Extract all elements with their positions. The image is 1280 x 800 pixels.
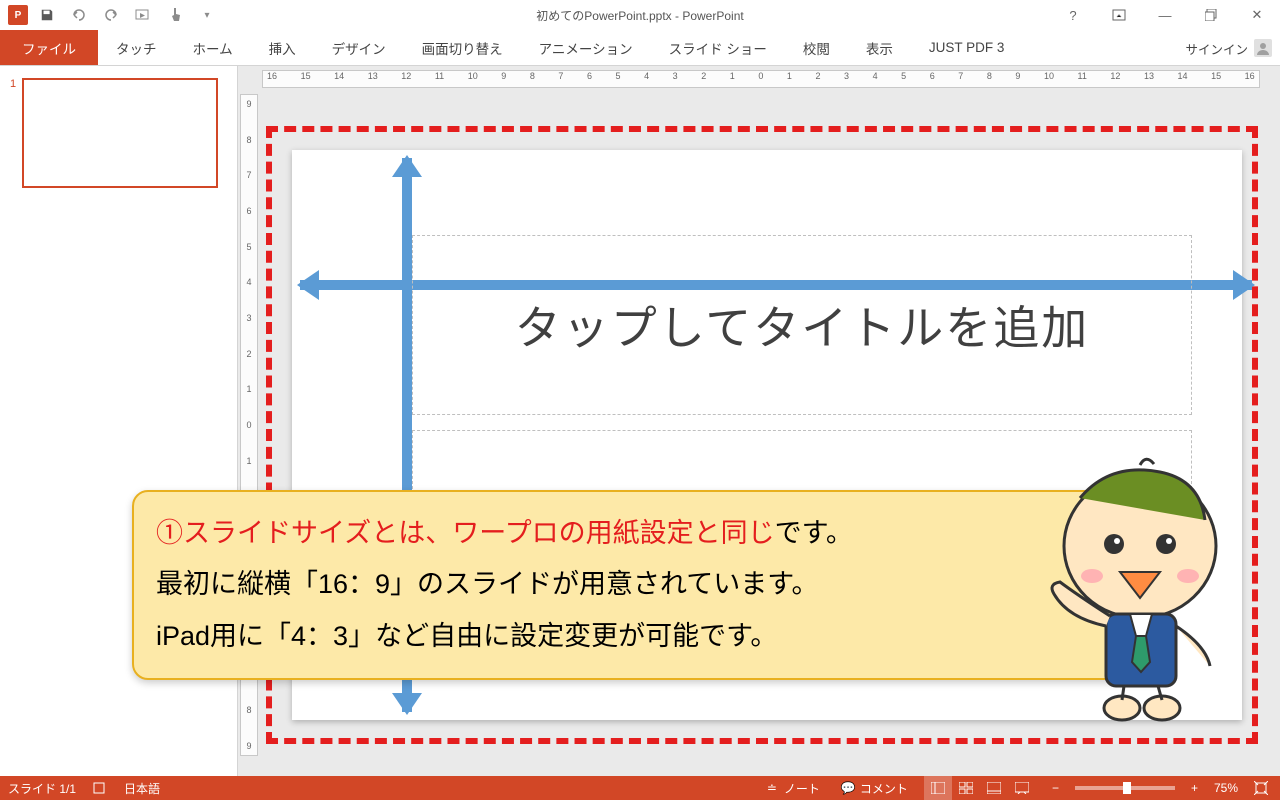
tab-2[interactable]: 挿入 bbox=[251, 30, 314, 65]
tab-6[interactable]: スライド ショー bbox=[651, 30, 785, 65]
notes-label: ノート bbox=[784, 780, 820, 797]
sign-in-button[interactable]: サインイン bbox=[1185, 30, 1272, 66]
tab-file[interactable]: ファイル bbox=[0, 30, 98, 65]
undo-button[interactable] bbox=[66, 2, 92, 28]
title-bar: P ▾ 初めてのPowerPoint.pptx - PowerPoint ? —… bbox=[0, 0, 1280, 30]
tab-4[interactable]: 画面切り替え bbox=[404, 30, 521, 65]
qat-customize-button[interactable]: ▾ bbox=[194, 2, 220, 28]
tab-9[interactable]: JUST PDF 3 bbox=[911, 30, 1023, 65]
zoom-slider[interactable] bbox=[1075, 786, 1175, 790]
normal-view-button[interactable] bbox=[924, 776, 952, 800]
tab-0[interactable]: タッチ bbox=[98, 30, 175, 65]
tab-7[interactable]: 校閲 bbox=[785, 30, 848, 65]
tab-8[interactable]: 表示 bbox=[848, 30, 911, 65]
mascot-character bbox=[1020, 450, 1250, 730]
help-button[interactable]: ? bbox=[1050, 0, 1096, 30]
view-buttons bbox=[924, 776, 1036, 800]
tab-1[interactable]: ホーム bbox=[175, 30, 251, 65]
slide-thumb-number: 1 bbox=[10, 78, 16, 188]
horizontal-ruler[interactable]: 1615141312111098765432101234567891011121… bbox=[262, 70, 1260, 88]
tab-5[interactable]: アニメーション bbox=[521, 30, 651, 65]
zoom-level-label[interactable]: 75% bbox=[1214, 781, 1238, 795]
quick-access-toolbar: P ▾ bbox=[0, 2, 220, 28]
tab-3[interactable]: デザイン bbox=[314, 30, 404, 65]
redo-button[interactable] bbox=[98, 2, 124, 28]
reading-view-button[interactable] bbox=[980, 776, 1008, 800]
notes-icon: ≐ bbox=[764, 780, 780, 796]
language-label[interactable]: 日本語 bbox=[124, 780, 160, 797]
slideshow-view-button[interactable] bbox=[1008, 776, 1036, 800]
save-button[interactable] bbox=[34, 2, 60, 28]
user-avatar-icon bbox=[1254, 39, 1272, 57]
touch-mode-button[interactable] bbox=[162, 2, 188, 28]
annotation-callout: ①スライドサイズとは、ワープロの用紙設定と同じです。 最初に縦横「16：9」のス… bbox=[132, 490, 1170, 680]
close-button[interactable]: ✕ bbox=[1234, 0, 1280, 30]
window-controls: ? — ✕ bbox=[1050, 0, 1280, 30]
spellcheck-icon[interactable] bbox=[92, 780, 108, 796]
status-bar: スライド 1/1 日本語 ≐ ノート 💬 コメント − + 75% bbox=[0, 776, 1280, 800]
comments-button[interactable]: 💬 コメント bbox=[836, 780, 912, 797]
slide-count-label: スライド 1/1 bbox=[8, 780, 76, 797]
ribbon-display-button[interactable] bbox=[1096, 0, 1142, 30]
minimize-button[interactable]: — bbox=[1142, 0, 1188, 30]
title-placeholder[interactable]: タップしてタイトルを追加 bbox=[412, 235, 1192, 415]
zoom-out-button[interactable]: − bbox=[1048, 781, 1063, 795]
powerpoint-app-icon: P bbox=[8, 5, 28, 25]
comments-label: コメント bbox=[860, 780, 908, 797]
restore-button[interactable] bbox=[1188, 0, 1234, 30]
callout-line1-red: スライドサイズとは、ワープロの用紙設定と同じ bbox=[183, 518, 775, 548]
callout-line3: iPad用に「4：3」など自由に設定変更が可能です。 bbox=[156, 611, 1146, 662]
zoom-in-button[interactable]: + bbox=[1187, 781, 1202, 795]
callout-number: ① bbox=[156, 518, 183, 548]
notes-button[interactable]: ≐ ノート bbox=[760, 780, 824, 797]
callout-line2: 最初に縦横「16：9」のスライドが用意されています。 bbox=[156, 559, 1146, 610]
start-from-beginning-button[interactable] bbox=[130, 2, 156, 28]
ribbon-tabs: ファイル タッチホーム挿入デザイン画面切り替えアニメーションスライド ショー校閲… bbox=[0, 30, 1280, 66]
sign-in-label: サインイン bbox=[1185, 39, 1248, 58]
slide-thumbnail-1[interactable] bbox=[22, 78, 218, 188]
sorter-view-button[interactable] bbox=[952, 776, 980, 800]
comments-icon: 💬 bbox=[840, 780, 856, 796]
window-title: 初めてのPowerPoint.pptx - PowerPoint bbox=[536, 7, 743, 24]
fit-to-window-button[interactable] bbox=[1250, 781, 1272, 795]
callout-line1-end: です。 bbox=[775, 518, 853, 548]
